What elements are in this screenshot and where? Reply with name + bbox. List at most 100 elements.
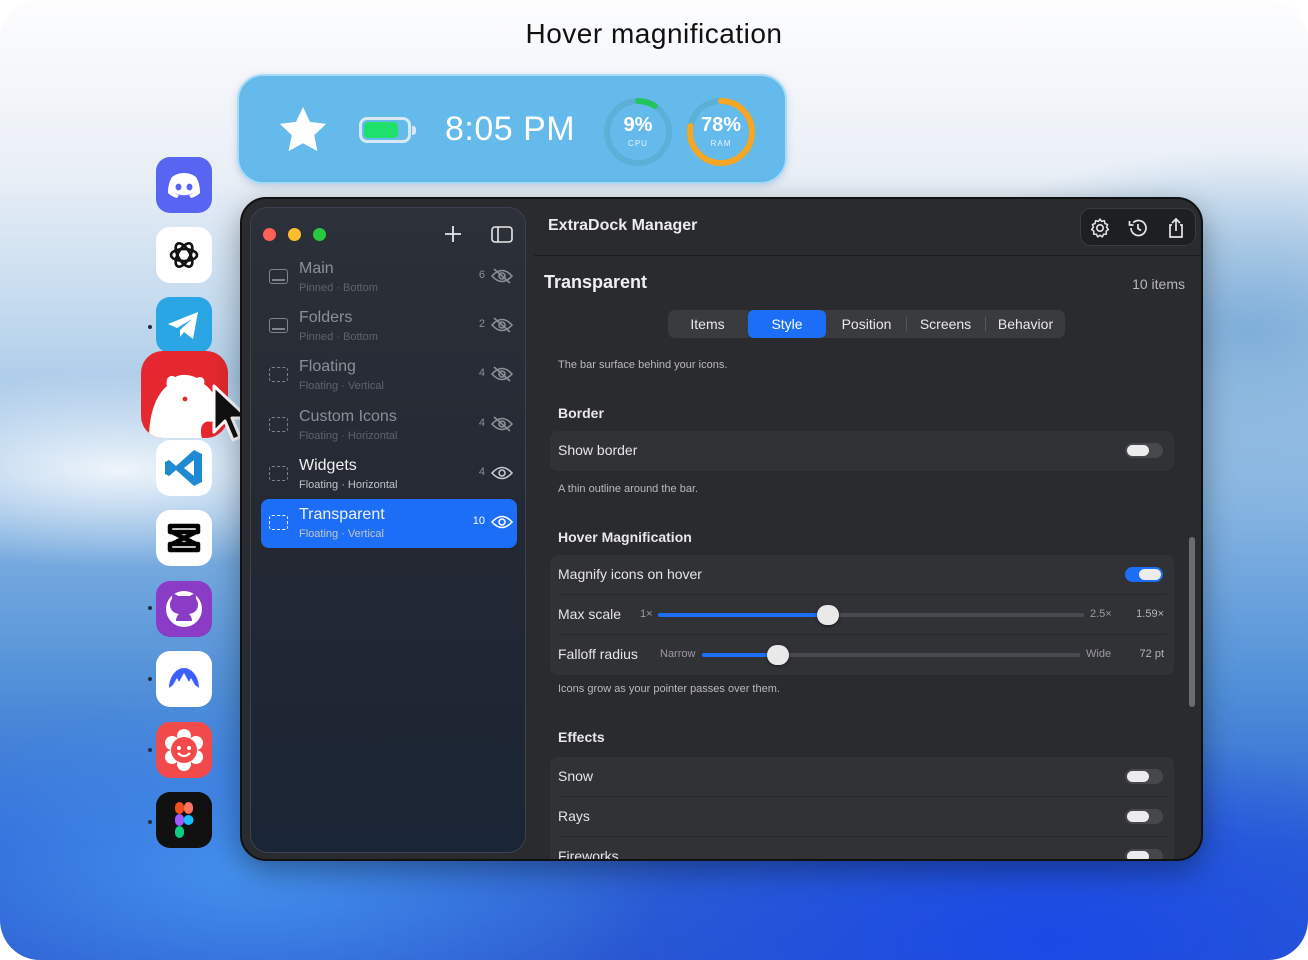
sidebar-item-folders[interactable]: Folders Pinned · Bottom 2: [261, 302, 517, 351]
widget-bar: 8:05 PM 9% CPU 78% RAM: [237, 74, 787, 184]
effect-label: Rays: [558, 808, 590, 824]
scrollbar-thumb[interactable]: [1189, 537, 1195, 707]
settings-scrollbar[interactable]: [1188, 349, 1196, 859]
discord-icon[interactable]: [156, 157, 212, 213]
history-icon[interactable]: [1126, 216, 1150, 240]
fireworks-toggle[interactable]: [1125, 849, 1163, 859]
toolbar-group: [1080, 208, 1196, 246]
running-indicator: [148, 820, 152, 824]
add-dock-button[interactable]: [440, 221, 466, 247]
chatgpt-icon[interactable]: [156, 227, 212, 283]
falloff-min: Narrow: [660, 648, 696, 660]
window-title: ExtraDock Manager: [548, 217, 698, 234]
sidebar-item-name: Folders: [299, 309, 353, 327]
sidebar-item-transparent[interactable]: Transparent Floating · Vertical 10: [261, 499, 517, 548]
ram-value: 78%: [700, 114, 742, 136]
max-scale-min: 1×: [640, 608, 653, 620]
nordvpn-icon[interactable]: [156, 651, 212, 707]
snow-toggle[interactable]: [1125, 769, 1163, 784]
flower-app-icon[interactable]: [156, 722, 212, 778]
sidebar: Main Pinned · Bottom 6 Folders Pinned · Bott…: [250, 207, 526, 853]
clock: 8:05 PM: [445, 110, 576, 148]
eye-slash-icon[interactable]: [491, 267, 513, 285]
eye-slash-icon[interactable]: [491, 316, 513, 334]
toggle-sidebar-icon[interactable]: [489, 221, 515, 247]
tab-style[interactable]: Style: [748, 310, 826, 338]
minimize-window-button[interactable]: [288, 228, 301, 241]
eye-icon[interactable]: [491, 513, 513, 531]
tab-position[interactable]: Position: [827, 310, 906, 338]
caption: Hover magnification: [525, 18, 783, 49]
cpu-label: CPU: [628, 139, 648, 148]
eye-slash-icon[interactable]: [491, 415, 513, 433]
battery-level: [364, 122, 399, 138]
magnify-row: Magnify icons on hover: [550, 555, 1174, 595]
running-indicator: [148, 325, 152, 329]
rays-toggle[interactable]: [1125, 809, 1163, 824]
tab-bar: Items Style Position Screens Behavior: [668, 310, 1065, 338]
sidebar-item-count: 2: [478, 318, 485, 331]
hover-heading: Hover Magnification: [558, 529, 692, 545]
falloff-value: 72 pt: [1139, 648, 1164, 660]
dock-title: Transparent: [544, 272, 648, 292]
magnify-label: Magnify icons on hover: [558, 566, 702, 582]
tab-items[interactable]: Items: [668, 310, 747, 338]
falloff-thumb[interactable]: [766, 645, 789, 665]
tab-screens[interactable]: Screens: [906, 310, 985, 338]
close-window-button[interactable]: [263, 228, 276, 241]
effects-heading: Effects: [558, 729, 605, 745]
tab-behavior[interactable]: Behavior: [986, 310, 1065, 338]
running-indicator: [148, 677, 152, 681]
max-scale-max: 2.5×: [1090, 608, 1112, 620]
dock-icon: [269, 465, 288, 481]
running-indicator: [148, 748, 152, 752]
battery-icon: [359, 117, 416, 143]
eye-slash-icon[interactable]: [491, 365, 513, 383]
title-divider: [534, 255, 1201, 256]
sidebar-item-subtitle: Floating · Horizontal: [299, 478, 398, 491]
sidebar-item-custom-icons[interactable]: Custom Icons Floating · Horizontal 4: [261, 401, 517, 450]
gear-icon[interactable]: [1088, 216, 1112, 240]
cpu-gauge: 9% CPU: [602, 96, 674, 168]
sidebar-item-count: 4: [478, 367, 485, 380]
falloff-label: Falloff radius: [558, 646, 638, 662]
eye-icon[interactable]: [491, 464, 513, 482]
star-icon[interactable]: [276, 103, 330, 157]
magnify-toggle[interactable]: [1125, 567, 1163, 582]
figma-icon[interactable]: [156, 792, 212, 848]
capcut-icon[interactable]: [156, 510, 212, 566]
dock-icon: [269, 318, 288, 334]
sidebar-item-name: Floating: [299, 358, 356, 376]
sidebar-item-count: 4: [478, 416, 485, 429]
effect-row: Snow: [550, 757, 1174, 797]
dock-icon: [269, 515, 288, 530]
border-heading: Border: [558, 405, 604, 421]
item-count: 10 items: [1132, 276, 1185, 292]
share-icon[interactable]: [1164, 216, 1188, 240]
sidebar-item-widgets[interactable]: Widgets Floating · Horizontal 4: [261, 450, 517, 499]
telegram-icon[interactable]: [156, 297, 212, 353]
running-indicator: [148, 606, 152, 610]
max-scale-row: Max scale 1× 2.5× 1.59×: [550, 595, 1174, 635]
sidebar-item-main[interactable]: Main Pinned · Bottom 6: [261, 253, 517, 302]
effect-row: Rays: [550, 797, 1174, 837]
max-scale-slider[interactable]: [658, 605, 1084, 625]
max-scale-thumb[interactable]: [817, 605, 840, 625]
show-border-label: Show border: [558, 442, 638, 458]
sidebar-item-floating[interactable]: Floating Floating · Vertical 4: [261, 351, 517, 400]
github-desktop-icon[interactable]: [156, 581, 212, 637]
falloff-slider[interactable]: [702, 645, 1080, 665]
show-border-toggle[interactable]: [1125, 443, 1163, 458]
sidebar-item-count: 10: [472, 515, 485, 527]
surface-note: The bar surface behind your icons.: [558, 359, 728, 371]
dock-icon: [269, 269, 288, 284]
style-settings: The bar surface behind your icons. Borde…: [534, 349, 1194, 859]
ram-label: RAM: [710, 139, 732, 148]
max-scale-value: 1.59×: [1136, 608, 1164, 620]
sidebar-item-name: Widgets: [299, 456, 357, 474]
falloff-max: Wide: [1086, 648, 1112, 660]
hover-note: Icons grow as your pointer passes over t…: [558, 683, 780, 695]
vscode-icon[interactable]: [156, 440, 212, 496]
border-note: A thin outline around the bar.: [558, 483, 699, 495]
zoom-window-button[interactable]: [313, 228, 326, 241]
